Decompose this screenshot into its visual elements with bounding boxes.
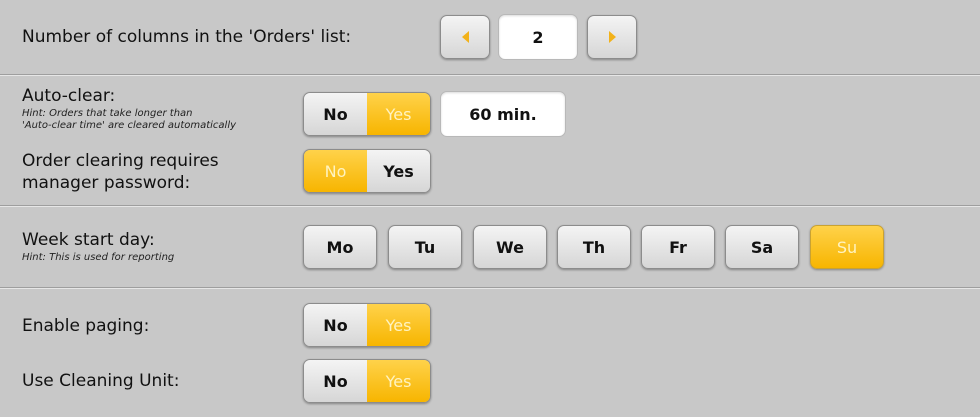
day-button-th[interactable]: Th [557, 225, 631, 269]
cleaning-unit-toggle[interactable]: No Yes [303, 359, 431, 403]
divider [0, 205, 980, 207]
paging-toggle[interactable]: No Yes [303, 303, 431, 347]
arrow-right-icon [608, 31, 616, 43]
columns-value: 2 [498, 14, 578, 60]
cleaning-unit-no-option[interactable]: No [304, 360, 367, 402]
arrow-left-icon [461, 31, 469, 43]
auto-clear-label: Auto-clear: [22, 86, 116, 106]
auto-clear-yes-option[interactable]: Yes [367, 93, 430, 135]
manager-password-label-line1: Order clearing requires [22, 151, 219, 171]
day-button-we[interactable]: We [473, 225, 547, 269]
paging-yes-option[interactable]: Yes [367, 304, 430, 346]
columns-label: Number of columns in the 'Orders' list: [22, 27, 352, 47]
manager-password-yes-option[interactable]: Yes [367, 150, 430, 192]
day-button-sa[interactable]: Sa [725, 225, 799, 269]
cleaning-unit-label: Use Cleaning Unit: [22, 371, 180, 391]
auto-clear-hint-line2: 'Auto-clear time' are cleared automatica… [22, 120, 237, 131]
week-start-hint: Hint: This is used for reporting [22, 252, 175, 263]
columns-increase-button[interactable] [587, 15, 637, 59]
divider [0, 287, 980, 289]
day-button-fr[interactable]: Fr [641, 225, 715, 269]
manager-password-toggle[interactable]: No Yes [303, 149, 431, 193]
columns-decrease-button[interactable] [440, 15, 490, 59]
day-button-tu[interactable]: Tu [388, 225, 462, 269]
cleaning-unit-yes-option[interactable]: Yes [367, 360, 430, 402]
paging-label: Enable paging: [22, 316, 150, 336]
divider [0, 74, 980, 76]
day-button-mo[interactable]: Mo [303, 225, 377, 269]
manager-password-no-option[interactable]: No [304, 150, 367, 192]
manager-password-label-line2: manager password: [22, 173, 191, 193]
auto-clear-no-option[interactable]: No [304, 93, 367, 135]
week-start-label: Week start day: [22, 230, 155, 250]
auto-clear-toggle[interactable]: No Yes [303, 92, 431, 136]
auto-clear-hint-line1: Hint: Orders that take longer than [22, 108, 193, 119]
paging-no-option[interactable]: No [304, 304, 367, 346]
auto-clear-time-field[interactable]: 60 min. [440, 91, 566, 137]
day-button-su[interactable]: Su [810, 225, 884, 269]
